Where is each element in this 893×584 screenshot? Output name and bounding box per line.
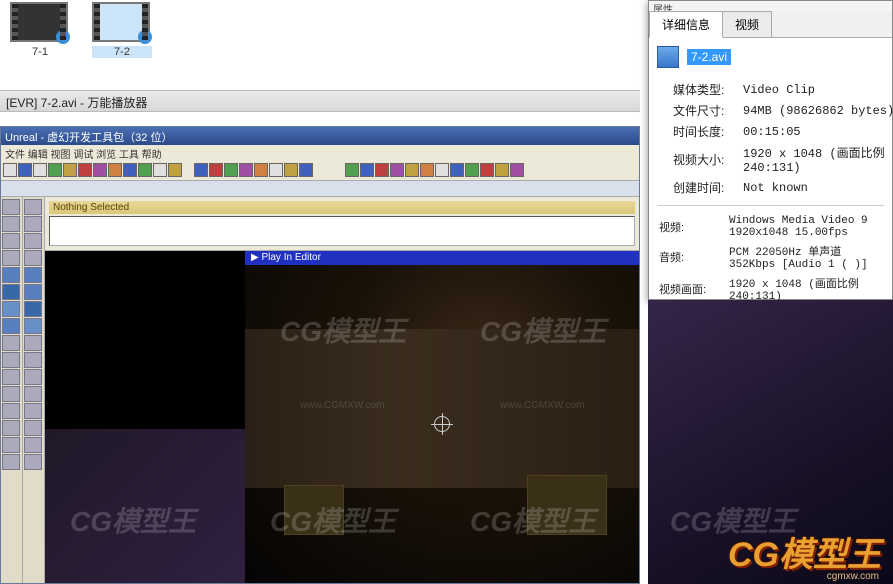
udk-brush-toolbar[interactable] <box>23 197 45 583</box>
udk-menubar[interactable]: 文件 编辑 视图 调试 浏览 工具 帮助 <box>1 145 639 161</box>
udk-toolbar[interactable] <box>1 161 639 181</box>
thumbnail-7-1[interactable]: 7-1 <box>10 2 70 58</box>
props-table-1: 媒体类型:Video Clip 文件尺寸:94MB (98626862 byte… <box>671 78 893 199</box>
thumb-label: 7-2 <box>92 46 152 58</box>
file-name[interactable]: 7-2.avi <box>687 49 731 65</box>
crosshair-icon <box>434 416 450 432</box>
video-file-icon <box>657 46 679 68</box>
video-thumb-icon <box>10 2 68 42</box>
play-icon <box>138 30 152 44</box>
udk-toolbar-2[interactable] <box>1 181 639 197</box>
player-titlebar: [EVR] 7-2.avi - 万能播放器 <box>0 90 640 112</box>
viewport-top[interactable] <box>45 251 245 429</box>
game-scene[interactable] <box>245 265 639 583</box>
file-header: 7-2.avi <box>657 46 884 68</box>
viewport-perspective[interactable]: ▶ Play In Editor <box>245 251 639 583</box>
viewport-front[interactable] <box>45 429 245 583</box>
selection-panel-header: Nothing Selected <box>49 201 635 214</box>
properties-window: 属性 详细信息 视频 7-2.avi 媒体类型:Video Clip 文件尺寸:… <box>648 0 893 300</box>
viewports: ▶ Play In Editor <box>45 251 639 583</box>
play-icon <box>56 30 70 44</box>
selection-panel-body <box>49 216 635 246</box>
cg-logo-url: cgmxw.com <box>827 571 879 582</box>
udk-titlebar[interactable]: Unreal - 虚幻开发工具包（32 位） <box>1 127 639 145</box>
props-tabs: 详细信息 视频 <box>649 11 892 38</box>
tab-detail[interactable]: 详细信息 <box>649 11 723 38</box>
selection-panel: Nothing Selected <box>45 197 639 251</box>
viewport-title: ▶ Play In Editor <box>245 251 639 265</box>
cg-logo: CG模型王 <box>728 527 881 576</box>
udk-mode-toolbar[interactable] <box>1 197 23 583</box>
udk-editor-window: Unreal - 虚幻开发工具包（32 位） 文件 编辑 视图 调试 浏览 工具… <box>0 126 640 584</box>
thumb-label: 7-1 <box>10 46 70 58</box>
thumbnail-strip: 7-1 7-2 <box>0 0 180 75</box>
props-titlebar[interactable]: 属性 <box>649 1 892 11</box>
thumbnail-7-2[interactable]: 7-2 <box>92 2 152 58</box>
video-thumb-icon <box>92 2 150 42</box>
tab-video[interactable]: 视频 <box>722 11 772 37</box>
